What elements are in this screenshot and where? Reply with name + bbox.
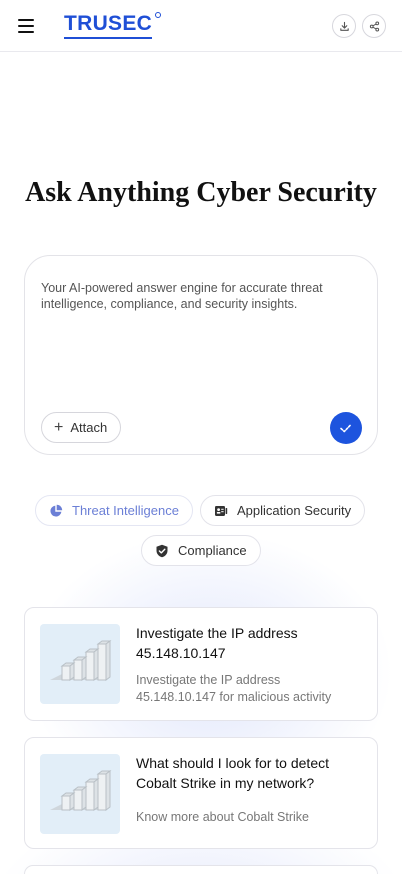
attach-label: Attach — [70, 420, 108, 435]
attach-button[interactable]: + Attach — [41, 412, 122, 443]
chip-label: Compliance — [178, 543, 247, 558]
card-thumbnail — [40, 754, 120, 834]
card-title: What should I look for to detect Cobalt … — [136, 755, 329, 791]
card-subtitle: Know more about Cobalt Strike — [136, 810, 310, 824]
plus-icon: + — [54, 418, 64, 436]
chip-label: Threat Intelligence — [72, 503, 179, 518]
share-button[interactable] — [362, 14, 386, 38]
suggestion-card[interactable]: What should I look for to detect Cobalt … — [24, 737, 378, 849]
prompt-placeholder[interactable]: Your AI-powered answer engine for accura… — [41, 280, 351, 312]
page-title: Ask Anything Cyber Security — [25, 177, 377, 208]
prompt-input-box[interactable]: Your AI-powered answer engine for accura… — [24, 255, 378, 455]
suggestion-card[interactable]: Investigate the IP address 45.148.10.147… — [24, 607, 378, 721]
suggestion-card-partial[interactable] — [24, 865, 378, 874]
card-thumbnail — [40, 624, 120, 704]
bar-chart-3d-icon — [50, 640, 112, 681]
share-icon — [369, 21, 379, 31]
card-title: Investigate the IP address 45.148.10.147 — [136, 625, 298, 661]
logo-text: TRUSEC — [64, 12, 153, 39]
app-header: TRUSEC — [0, 0, 402, 52]
pie-chart-icon — [50, 504, 63, 517]
shield-check-icon — [156, 544, 168, 557]
chip-compliance[interactable]: Compliance — [141, 535, 261, 566]
download-button[interactable] — [332, 14, 356, 38]
bar-chart-3d-icon — [50, 770, 112, 811]
chip-application-security[interactable]: Application Security — [200, 495, 366, 526]
hamburger-menu-icon[interactable] — [18, 19, 34, 33]
download-icon — [339, 21, 349, 31]
send-icon — [340, 423, 352, 433]
card-subtitle: Investigate the IP address 45.148.10.147… — [136, 673, 332, 704]
logo[interactable]: TRUSEC — [64, 12, 162, 40]
chip-label: Application Security — [237, 503, 352, 518]
logo-dot — [155, 12, 162, 18]
id-badge-icon — [215, 505, 228, 516]
send-button[interactable] — [330, 412, 362, 444]
chip-threat-intelligence[interactable]: Threat Intelligence — [35, 495, 193, 526]
